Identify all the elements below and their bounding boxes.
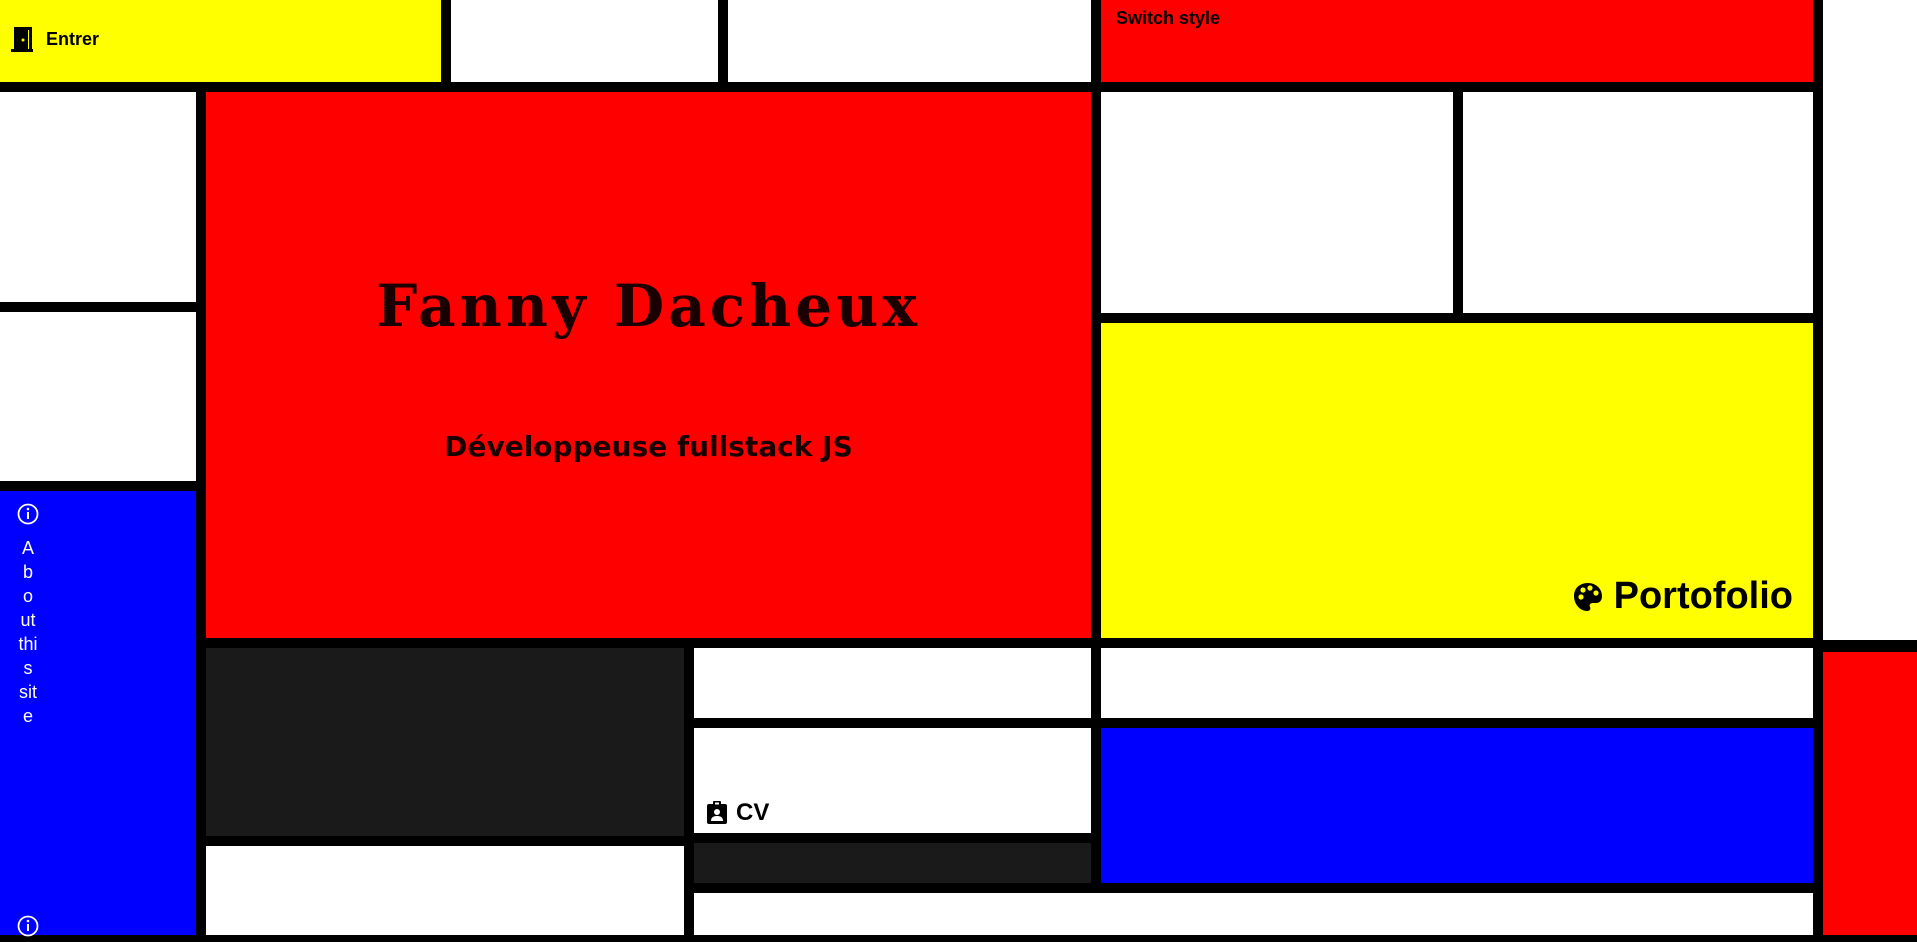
- white-block: [728, 0, 1091, 82]
- portfolio-panel[interactable]: Portofolio: [1101, 323, 1813, 638]
- palette-icon: [1572, 581, 1604, 613]
- enter-link[interactable]: Entrer: [10, 26, 99, 52]
- white-block: [0, 312, 196, 481]
- white-block: [451, 0, 718, 82]
- red-block: [1823, 652, 1917, 935]
- id-badge-icon: [706, 801, 728, 825]
- cv-link[interactable]: CV: [706, 799, 769, 827]
- white-block: [1463, 92, 1813, 313]
- white-block: [1823, 0, 1917, 640]
- enter-label: Entrer: [46, 28, 100, 49]
- cv-panel[interactable]: CV: [694, 728, 1091, 833]
- dark-block: [694, 843, 1091, 883]
- switch-style-panel[interactable]: Switch style: [1101, 0, 1813, 82]
- dark-block: [206, 648, 684, 836]
- info-circle-icon: [17, 915, 39, 942]
- switch-style-label: Switch style: [1116, 8, 1221, 28]
- white-block: [206, 846, 684, 935]
- door-open-icon: [10, 26, 34, 52]
- portfolio-link[interactable]: Portofolio: [1572, 575, 1793, 618]
- info-circle-icon: [17, 503, 39, 530]
- page-subtitle: Développeuse fullstack JS: [444, 430, 853, 463]
- white-block: [1101, 92, 1453, 313]
- portfolio-label: Portofolio: [1613, 575, 1793, 617]
- about-panel[interactable]: About this site: [0, 491, 196, 937]
- hero-panel: Fanny Dacheux Développeuse fullstack JS: [206, 92, 1091, 638]
- page-title: Fanny Dacheux: [376, 272, 921, 340]
- white-block: [694, 893, 1813, 935]
- white-block: [0, 92, 196, 302]
- white-block: [1101, 648, 1813, 718]
- switch-style-button[interactable]: Switch style: [1116, 8, 1220, 29]
- white-block: [694, 648, 1091, 718]
- cv-label: CV: [736, 799, 770, 826]
- enter-panel[interactable]: Entrer: [0, 0, 441, 82]
- blue-block: [1101, 728, 1813, 883]
- about-this-site-link[interactable]: About this site: [18, 536, 38, 728]
